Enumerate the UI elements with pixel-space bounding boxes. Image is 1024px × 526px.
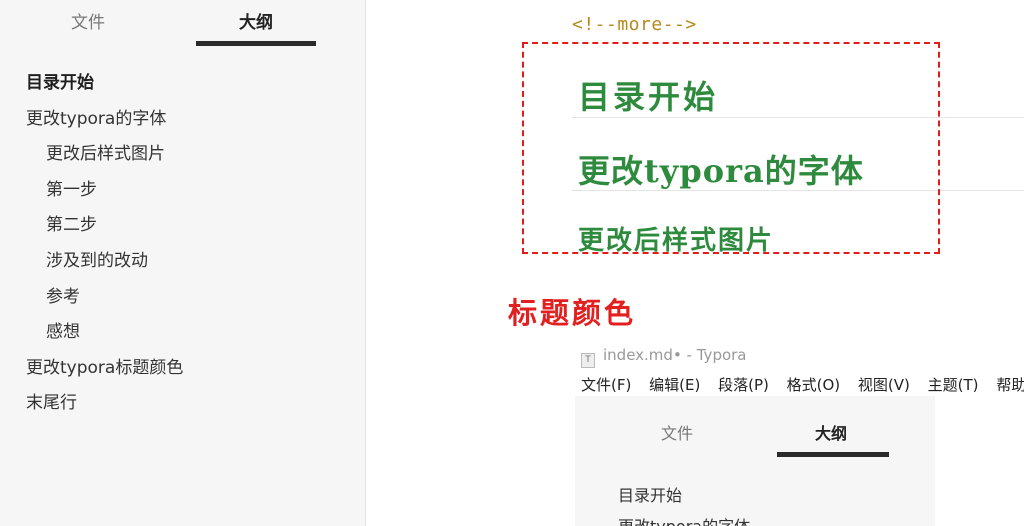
outline-item-heading-color[interactable]: 更改typora标题颜色 [0, 355, 366, 391]
outline-item-reference[interactable]: 参考 [0, 284, 366, 320]
embedded-sidebar: 文件 大纲 目录开始 更改typora的字体 [575, 396, 935, 526]
outline-item-thoughts[interactable]: 感想 [0, 319, 366, 355]
outline-item-changes[interactable]: 涉及到的改动 [0, 248, 366, 284]
more-tag: <!--more--> [572, 14, 697, 35]
embedded-outline-item: 目录开始 [618, 486, 683, 505]
outline-item-last-line[interactable]: 末尾行 [0, 390, 366, 426]
embedded-tab-indicator [777, 452, 889, 457]
outline-item-change-font[interactable]: 更改typora的字体 [0, 106, 366, 142]
tab-outline[interactable]: 大纲 [196, 8, 316, 33]
embedded-menu-edit: 编辑(E) [649, 376, 701, 394]
highlight-box [522, 42, 940, 254]
embedded-tab-files: 文件 [660, 424, 693, 443]
outline-list: 目录开始 更改typora的字体 更改后样式图片 第一步 第二步 涉及到的改动 … [0, 70, 366, 426]
annotation-label: 标题颜色 [508, 296, 637, 330]
editor-area[interactable]: <!--more--> 目录开始 更改typora的字体 更改后样式图片 标题颜… [367, 0, 1024, 526]
embedded-menu-theme: 主题(T) [927, 376, 979, 394]
embedded-window-title: index.md• - Typora [603, 346, 747, 364]
embedded-title-bar: Tindex.md• - Typora [581, 346, 747, 368]
active-tab-indicator [196, 41, 316, 46]
typora-app-icon: T [581, 353, 595, 368]
tab-files[interactable]: 文件 [28, 8, 148, 33]
sidebar-tabs: 文件 大纲 [0, 0, 366, 50]
outline-item-style-image[interactable]: 更改后样式图片 [0, 141, 366, 177]
embedded-menu-format: 格式(O) [786, 376, 841, 394]
outline-item-step-one[interactable]: 第一步 [0, 177, 366, 213]
embedded-menu-paragraph: 段落(P) [718, 376, 769, 394]
embedded-menu-view: 视图(V) [857, 376, 910, 394]
embedded-menu-help: 帮助 [996, 376, 1024, 394]
embedded-menu-bar: 文件(F) 编辑(E) 段落(P) 格式(O) 视图(V) 主题(T) 帮助 [581, 374, 1024, 395]
sidebar: 文件 大纲 目录开始 更改typora的字体 更改后样式图片 第一步 第二步 涉… [0, 0, 366, 526]
outline-item-toc-start[interactable]: 目录开始 [0, 70, 366, 106]
embedded-screenshot: Tindex.md• - Typora 文件(F) 编辑(E) 段落(P) 格式… [575, 340, 1024, 526]
embedded-tab-outline: 大纲 [814, 424, 847, 443]
embedded-menu-file: 文件(F) [581, 376, 632, 394]
outline-item-step-two[interactable]: 第二步 [0, 212, 366, 248]
embedded-outline-item: 更改typora的字体 [618, 513, 750, 526]
